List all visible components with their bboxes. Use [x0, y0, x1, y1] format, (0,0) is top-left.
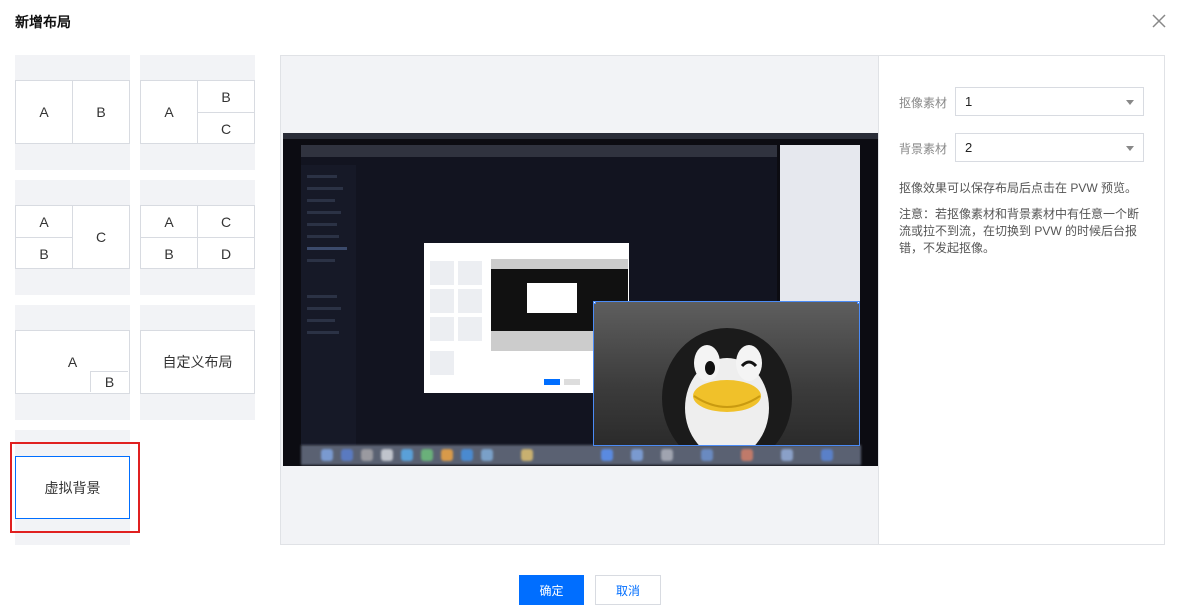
layout-option-abcd[interactable]: A C B D: [140, 180, 255, 295]
cell-b: B: [164, 245, 174, 262]
camera-material-value: 1: [965, 94, 973, 109]
preview-stage: [281, 56, 879, 544]
warning-note: 注意：若抠像素材和背景素材中有任意一个断流或拉不到流，在切换到 PVW 的时候后…: [899, 207, 1140, 255]
layout-option-custom[interactable]: 自定义布局: [140, 305, 255, 420]
cell-c: C: [95, 229, 107, 245]
chevron-down-icon: [1126, 100, 1134, 105]
camera-material-row: 抠像素材 1: [899, 87, 1149, 116]
dialog-title: 新增布局: [15, 14, 71, 30]
cell-d: D: [220, 245, 232, 262]
close-icon[interactable]: [1150, 12, 1168, 30]
cell-b: B: [39, 245, 49, 262]
layout-option-pip[interactable]: A B: [15, 305, 130, 420]
penguin-image: [662, 328, 792, 445]
camera-material-select[interactable]: 1: [955, 87, 1144, 116]
cell-b: B: [221, 88, 231, 105]
cell-c: C: [220, 213, 232, 230]
layout-option-a-bc[interactable]: A B C: [140, 55, 255, 170]
cell-a: A: [164, 104, 174, 120]
chevron-down-icon: [1126, 146, 1134, 151]
layout-option-ab[interactable]: A B: [15, 55, 130, 170]
cell-a: A: [164, 213, 174, 230]
cell-a: A: [39, 104, 49, 120]
camera-material-label: 抠像素材: [899, 96, 948, 110]
background-material-label: 背景素材: [899, 142, 948, 156]
layout-option-virtual-background[interactable]: 虚拟背景: [15, 430, 130, 545]
virtual-background-label: 虚拟背景: [44, 479, 101, 496]
camera-overlay[interactable]: [593, 301, 860, 446]
preview-tip: 抠像效果可以保存布局后点击在 PVW 预览。: [899, 181, 1138, 195]
cell-b: B: [96, 104, 106, 120]
cell-c: C: [220, 120, 232, 137]
background-material-row: 背景素材 2: [899, 133, 1149, 162]
background-material-select[interactable]: 2: [955, 133, 1144, 162]
preview-panel: 抠像素材 1 背景素材 2 抠像效果可以保存布局后点击在 PVW 预览。 注意：…: [280, 55, 1165, 545]
custom-layout-label: 自定义布局: [162, 354, 233, 370]
cell-a: A: [39, 213, 49, 230]
settings-panel: 抠像素材 1 背景素材 2 抠像效果可以保存布局后点击在 PVW 预览。 注意：…: [880, 56, 1164, 544]
cancel-button[interactable]: 取消: [595, 575, 661, 605]
cell-b-pip: B: [90, 371, 128, 392]
preview-screen: [283, 133, 878, 466]
layout-option-ab-c[interactable]: A B C: [15, 180, 130, 295]
confirm-button[interactable]: 确定: [519, 575, 584, 605]
background-material-value: 2: [965, 140, 973, 155]
